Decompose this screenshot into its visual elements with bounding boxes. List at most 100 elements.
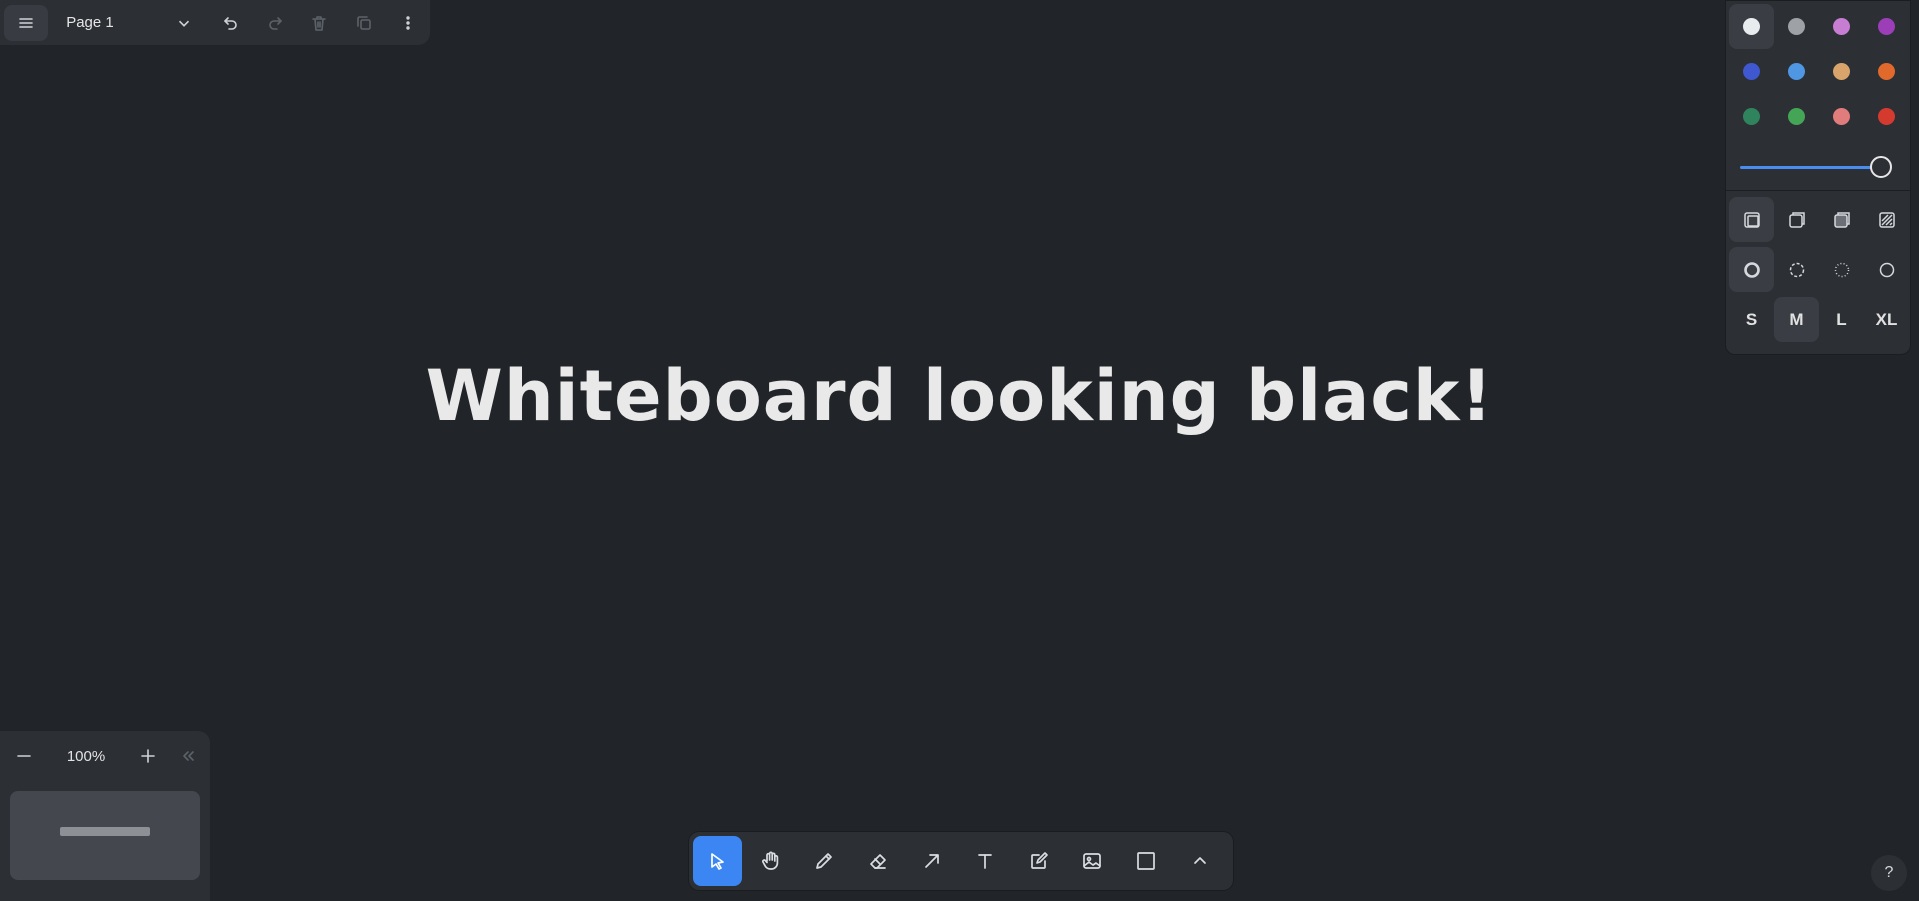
color-swatch-yellow[interactable] xyxy=(1819,49,1864,94)
toggle-minimap-button[interactable] xyxy=(168,736,208,776)
hamburger-icon xyxy=(19,17,33,28)
undo-icon xyxy=(224,16,237,30)
menu-panel: Page 1 xyxy=(0,0,430,45)
color-swatch-light-red[interactable] xyxy=(1819,94,1864,139)
opacity-slider-thumb[interactable] xyxy=(1870,156,1892,178)
draw-icon xyxy=(816,853,833,869)
style-panel-divider xyxy=(1726,190,1910,191)
dash-solid-button[interactable] xyxy=(1864,247,1909,292)
color-dot xyxy=(1788,63,1805,80)
tool-hand[interactable] xyxy=(747,836,796,886)
size-s-label: S xyxy=(1745,309,1758,329)
redo-icon xyxy=(269,16,283,30)
color-dot xyxy=(1833,63,1850,80)
text-icon xyxy=(978,854,993,869)
color-swatch-light-violet[interactable] xyxy=(1819,4,1864,49)
fill-pattern-icon xyxy=(1878,211,1895,228)
dash-dotted-button[interactable] xyxy=(1819,247,1864,292)
size-m-label: M xyxy=(1789,309,1804,329)
page-menu-dropdown[interactable]: Page 1 xyxy=(56,5,199,41)
size-l-label: L xyxy=(1836,309,1847,329)
plus-icon xyxy=(141,749,155,763)
help-button[interactable]: ? xyxy=(1871,855,1907,891)
size-xl-label: XL xyxy=(1875,309,1898,329)
chevron-up-icon xyxy=(1193,857,1206,864)
color-dot xyxy=(1743,18,1760,35)
color-swatch-red[interactable] xyxy=(1864,94,1909,139)
duplicate-icon xyxy=(356,15,371,30)
more-actions-button[interactable] xyxy=(386,3,430,43)
minimap[interactable] xyxy=(10,791,200,880)
dash-draw-icon xyxy=(1743,261,1760,278)
zoom-out-button[interactable] xyxy=(4,736,44,776)
image-icon xyxy=(1083,853,1102,869)
tool-rectangle[interactable] xyxy=(1122,836,1171,886)
fill-none-icon xyxy=(1743,211,1760,228)
color-swatch-grey[interactable] xyxy=(1774,4,1819,49)
minimap-shape xyxy=(60,827,150,836)
color-swatch-blue[interactable] xyxy=(1729,49,1774,94)
more-tools-button[interactable] xyxy=(1175,836,1224,886)
main-menu-button[interactable] xyxy=(4,4,49,41)
tool-text[interactable] xyxy=(961,836,1010,886)
color-dot xyxy=(1788,108,1805,125)
canvas-text-shape[interactable]: Whiteboard looking black! xyxy=(0,355,1919,437)
undo-button[interactable] xyxy=(209,3,253,43)
dash-dashed-button[interactable] xyxy=(1774,247,1819,292)
fill-semi-icon xyxy=(1788,211,1805,228)
eraser-icon xyxy=(870,854,886,869)
color-picker xyxy=(1726,1,1910,139)
redo-button[interactable] xyxy=(253,3,297,43)
style-panel: S M L XL xyxy=(1725,0,1911,355)
opacity-slider[interactable] xyxy=(1740,147,1900,187)
select-icon xyxy=(711,853,725,870)
more-vertical-icon xyxy=(406,15,410,30)
chevrons-left-icon xyxy=(183,751,194,761)
opacity-slider-track xyxy=(1740,166,1880,169)
dash-draw-button[interactable] xyxy=(1729,247,1774,292)
tool-arrow[interactable] xyxy=(907,836,956,886)
color-swatch-orange[interactable] xyxy=(1864,49,1909,94)
tool-image[interactable] xyxy=(1068,836,1117,886)
zoom-in-button[interactable] xyxy=(128,736,168,776)
size-s-button[interactable]: S xyxy=(1729,297,1774,342)
size-options: S M L XL xyxy=(1726,297,1910,342)
fill-solid-button[interactable] xyxy=(1819,197,1864,242)
note-icon xyxy=(1031,852,1048,869)
zoom-level[interactable]: 100% xyxy=(44,748,128,765)
tool-note[interactable] xyxy=(1015,836,1064,886)
tool-select[interactable] xyxy=(693,836,742,886)
color-dot xyxy=(1788,18,1805,35)
chevron-down-icon xyxy=(178,20,190,27)
color-swatch-white[interactable] xyxy=(1729,4,1774,49)
fill-semi-button[interactable] xyxy=(1774,197,1819,242)
page-name-label: Page 1 xyxy=(66,14,114,31)
rectangle-icon xyxy=(1137,852,1155,870)
size-xl-button[interactable]: XL xyxy=(1864,297,1909,342)
color-swatch-violet[interactable] xyxy=(1864,4,1909,49)
color-swatch-green[interactable] xyxy=(1729,94,1774,139)
hand-icon xyxy=(761,851,779,870)
color-swatch-light-green[interactable] xyxy=(1774,94,1819,139)
duplicate-button[interactable] xyxy=(342,3,386,43)
arrow-icon xyxy=(924,854,939,868)
color-dot xyxy=(1833,108,1850,125)
fill-solid-icon xyxy=(1833,211,1850,228)
size-l-button[interactable]: L xyxy=(1819,297,1864,342)
color-dot xyxy=(1878,63,1895,80)
fill-none-button[interactable] xyxy=(1729,197,1774,242)
dash-dashed-icon xyxy=(1789,262,1804,277)
tool-draw[interactable] xyxy=(800,836,849,886)
size-m-button[interactable]: M xyxy=(1774,297,1819,342)
dash-solid-icon xyxy=(1879,262,1894,277)
color-swatch-light-blue[interactable] xyxy=(1774,49,1819,94)
color-dot xyxy=(1833,18,1850,35)
color-dot xyxy=(1878,108,1895,125)
whiteboard-canvas[interactable]: Page 1 Whiteboard looking black! S M L X… xyxy=(0,0,1919,901)
minus-icon xyxy=(17,755,31,757)
dash-dotted-icon xyxy=(1834,262,1849,277)
tool-eraser[interactable] xyxy=(854,836,903,886)
fill-pattern-button[interactable] xyxy=(1864,197,1909,242)
delete-button[interactable] xyxy=(297,3,341,43)
dash-options xyxy=(1726,247,1910,292)
